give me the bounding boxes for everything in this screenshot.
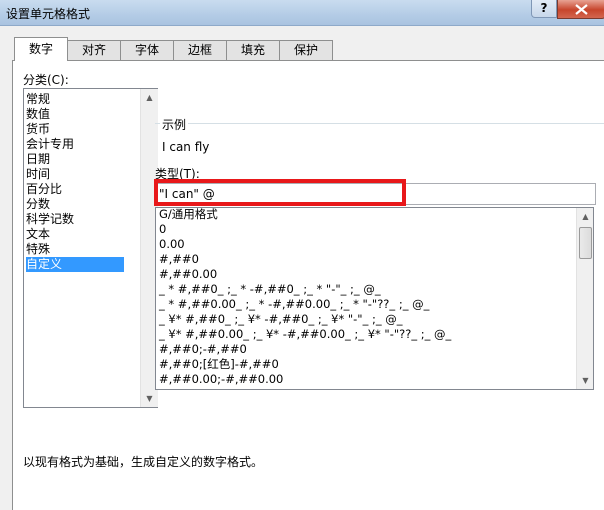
scroll-up-icon[interactable]: ▲ [577, 208, 593, 225]
sample-divider [155, 123, 604, 124]
format-item[interactable]: 0.00 [159, 237, 185, 252]
category-item-special[interactable]: 特殊 [26, 242, 50, 257]
highlight-annotation [154, 179, 406, 206]
category-item-custom[interactable]: 自定义 [26, 257, 124, 272]
category-item-time[interactable]: 时间 [26, 167, 50, 182]
title-bar: 设置单元格格式 ? [0, 0, 604, 26]
category-label: 分类(C): [23, 73, 69, 87]
format-item[interactable]: _ * #,##0_ ;_ * -#,##0_ ;_ * "-"_ ;_ @_ [159, 282, 381, 297]
format-item[interactable]: #,##0.00 [159, 267, 217, 282]
tab-border[interactable]: 边框 [173, 40, 227, 60]
format-item[interactable]: #,##0;[红色]-#,##0 [159, 357, 279, 372]
tab-alignment[interactable]: 对齐 [67, 40, 121, 60]
format-item[interactable]: #,##0.00;-#,##0.00 [159, 372, 283, 387]
window-title: 设置单元格格式 [6, 7, 91, 21]
format-item[interactable]: _ ¥* #,##0.00_ ;_ ¥* -#,##0.00_ ;_ ¥* "-… [159, 327, 451, 342]
format-item[interactable]: _ * #,##0.00_ ;_ * -#,##0.00_ ;_ * "-"??… [159, 297, 429, 312]
tab-fill[interactable]: 填充 [226, 40, 280, 60]
format-item[interactable]: _ ¥* #,##0_ ;_ ¥* -#,##0_ ;_ ¥* "-"_ ;_ … [159, 312, 403, 327]
help-button[interactable]: ? [531, 0, 557, 18]
category-item-currency[interactable]: 货币 [26, 122, 50, 137]
scroll-up-icon[interactable]: ▲ [141, 89, 158, 106]
format-item[interactable]: G/通用格式 [159, 208, 218, 222]
scroll-thumb[interactable] [579, 227, 592, 259]
category-item-fraction[interactable]: 分数 [26, 197, 50, 212]
sample-value: I can fly [162, 140, 210, 154]
category-item-date[interactable]: 日期 [26, 152, 50, 167]
tab-number[interactable]: 数字 [14, 37, 68, 61]
category-item-text[interactable]: 文本 [26, 227, 50, 242]
sample-label: 示例 [160, 116, 189, 133]
category-item-general[interactable]: 常规 [26, 92, 50, 107]
category-item-number[interactable]: 数值 [26, 107, 50, 122]
format-item[interactable]: #,##0 [159, 252, 199, 267]
category-item-scientific[interactable]: 科学记数 [26, 212, 74, 227]
tab-font[interactable]: 字体 [120, 40, 174, 60]
help-icon: ? [540, 1, 548, 15]
dialog-body: 数字 对齐 字体 边框 填充 保护 分类(C): 常规 数值 货币 会计专用 日… [0, 26, 604, 510]
tab-protection[interactable]: 保护 [279, 40, 333, 60]
format-description: 以现有格式为基础，生成自定义的数字格式。 [23, 455, 264, 469]
scroll-down-icon[interactable]: ▼ [577, 372, 593, 389]
format-item[interactable]: 0 [159, 222, 166, 237]
format-list[interactable]: G/通用格式 0 0.00 #,##0 #,##0.00 _ * #,##0_ … [155, 207, 594, 390]
close-button[interactable] [557, 0, 604, 19]
category-item-percentage[interactable]: 百分比 [26, 182, 62, 197]
category-item-accounting[interactable]: 会计专用 [26, 137, 74, 152]
scroll-down-icon[interactable]: ▼ [141, 390, 158, 407]
format-item[interactable]: #,##0;-#,##0 [159, 342, 247, 357]
number-tab-panel: 分类(C): 常规 数值 货币 会计专用 日期 时间 百分比 分数 科学记数 文… [12, 60, 604, 510]
category-list[interactable]: 常规 数值 货币 会计专用 日期 时间 百分比 分数 科学记数 文本 特殊 自定… [23, 88, 158, 408]
format-scrollbar[interactable]: ▲ ▼ [576, 208, 593, 389]
close-icon [575, 4, 588, 15]
